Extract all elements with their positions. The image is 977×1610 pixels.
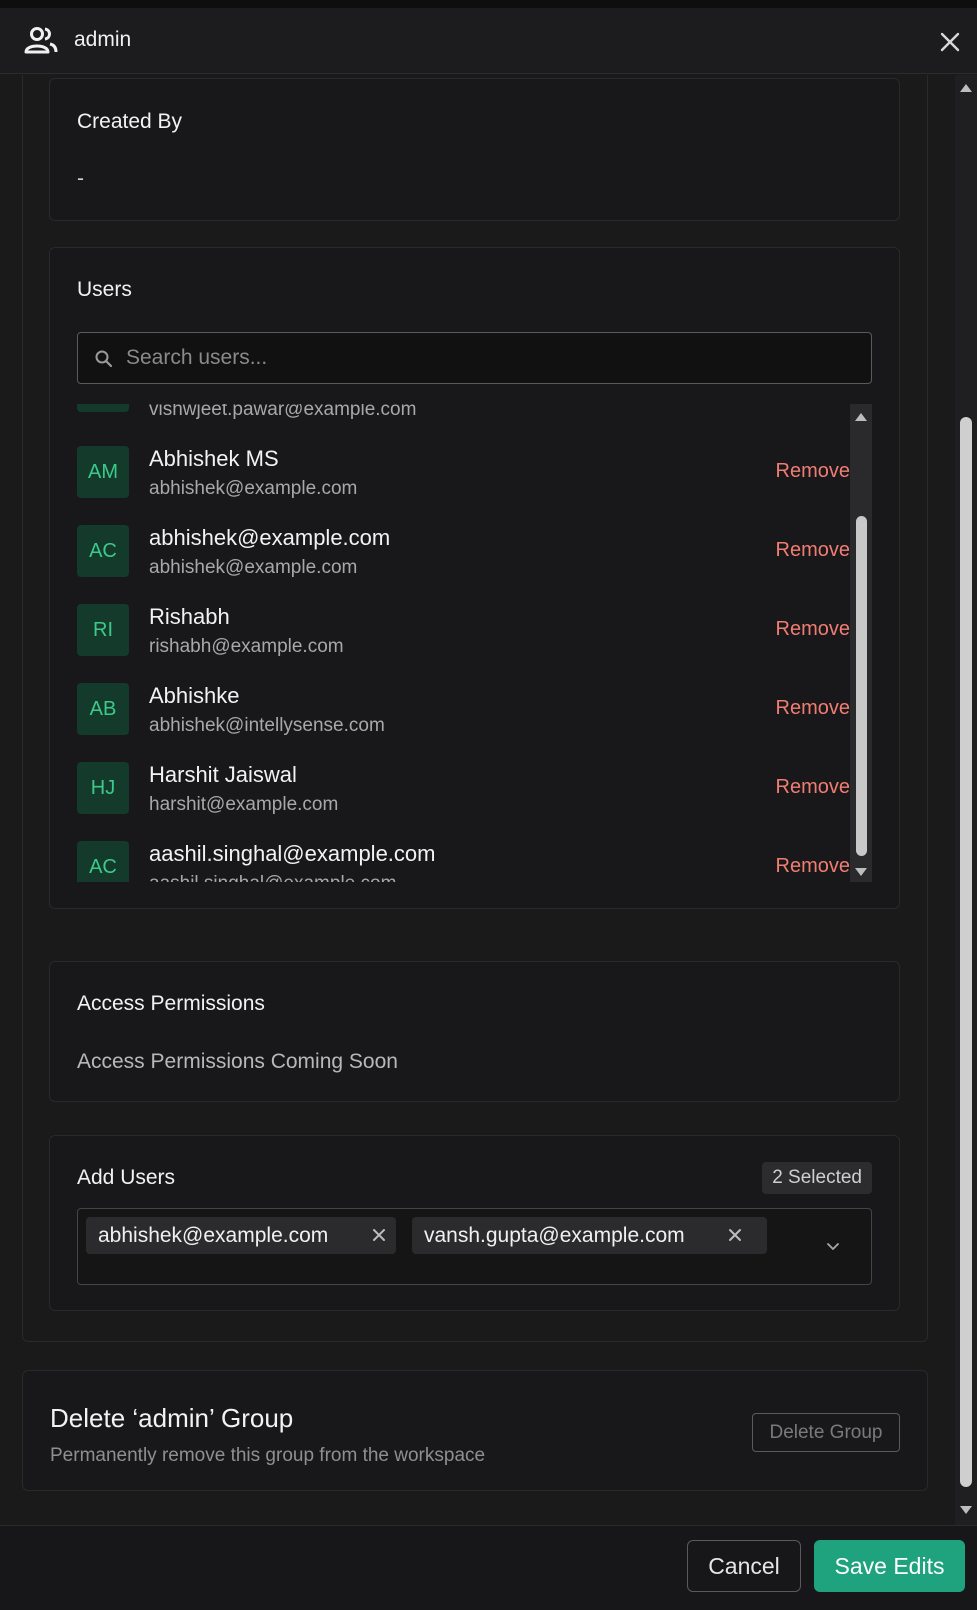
top-strip bbox=[0, 0, 977, 8]
delete-group-description: Permanently remove this group from the w… bbox=[50, 1445, 486, 1466]
scroll-up-arrow[interactable] bbox=[960, 84, 972, 92]
user-name: abhishek@example.com bbox=[149, 525, 391, 550]
delete-group-button[interactable]: Delete Group bbox=[752, 1413, 900, 1452]
list-item: AC abhishek@example.com abhishek@example… bbox=[77, 525, 850, 604]
add-users-title: Add Users bbox=[77, 1166, 176, 1189]
search-icon bbox=[95, 350, 113, 368]
avatar: HJ bbox=[77, 762, 129, 814]
user-name: Abhishek MS bbox=[149, 446, 279, 471]
list-item: RI Rishabh rishabh@example.com Remove bbox=[77, 604, 850, 683]
user-email: harshit@example.com bbox=[149, 794, 339, 815]
selected-count-badge: 2 Selected bbox=[762, 1162, 872, 1194]
list-item-partial: vishwjeet.pawar@example.com bbox=[77, 404, 850, 439]
cancel-button[interactable]: Cancel bbox=[687, 1540, 801, 1592]
list-item: HJ Harshit Jaiswal harshit@example.com R… bbox=[77, 762, 850, 841]
remove-button[interactable]: Remove bbox=[776, 776, 850, 799]
remove-button[interactable]: Remove bbox=[776, 539, 850, 562]
remove-button[interactable]: Remove bbox=[776, 855, 850, 878]
list-item: AB Abhishke abhishek@intellysense.com Re… bbox=[77, 683, 850, 762]
user-name: aashil.singhal@example.com bbox=[149, 841, 436, 866]
user-list[interactable]: vishwjeet.pawar@example.com AM Abhishek … bbox=[77, 404, 850, 882]
chip-label: vansh.gupta@example.com bbox=[424, 1224, 685, 1247]
list-item: AM Abhishek MS abhishek@example.com Remo… bbox=[77, 446, 850, 525]
delete-group-card: Delete ‘admin’ Group Permanently remove … bbox=[22, 1370, 928, 1491]
search-box bbox=[77, 332, 872, 384]
search-input[interactable] bbox=[126, 333, 856, 383]
avatar: RI bbox=[77, 604, 129, 656]
created-by-card: Created By - bbox=[49, 78, 900, 221]
x-icon[interactable] bbox=[371, 1227, 387, 1243]
remove-button[interactable]: Remove bbox=[776, 618, 850, 641]
access-permissions-text: Access Permissions Coming Soon bbox=[77, 1050, 398, 1073]
avatar bbox=[77, 404, 129, 412]
user-email: abhishek@example.com bbox=[149, 478, 358, 499]
modal-header: admin bbox=[0, 8, 977, 74]
user-list-scrollbar[interactable] bbox=[850, 404, 872, 882]
access-permissions-card: Access Permissions Access Permissions Co… bbox=[49, 961, 900, 1102]
users-card: Users vishwjeet.pawar@example.com AM Abh… bbox=[49, 247, 900, 909]
modal-title: admin bbox=[74, 28, 132, 51]
avatar: AM bbox=[77, 446, 129, 498]
remove-button[interactable]: Remove bbox=[776, 460, 850, 483]
delete-group-title: Delete ‘admin’ Group bbox=[50, 1403, 294, 1433]
chevron-down-icon[interactable] bbox=[824, 1237, 842, 1255]
user-name: Abhishke bbox=[149, 683, 240, 708]
user-name: Harshit Jaiswal bbox=[149, 762, 297, 787]
user-email: aashil.singhal@example.com bbox=[149, 873, 396, 882]
created-by-title: Created By bbox=[77, 110, 183, 133]
remove-button[interactable]: Remove bbox=[776, 697, 850, 720]
user-email: abhishek@intellysense.com bbox=[149, 715, 385, 736]
user-email: vishwjeet.pawar@example.com bbox=[149, 404, 417, 420]
users-icon bbox=[24, 27, 58, 54]
scroll-down-arrow[interactable] bbox=[960, 1506, 972, 1514]
access-permissions-title: Access Permissions bbox=[77, 992, 265, 1015]
chip-label: abhishek@example.com bbox=[98, 1224, 329, 1247]
save-edits-button[interactable]: Save Edits bbox=[814, 1540, 965, 1592]
selected-user-chip: abhishek@example.com bbox=[86, 1217, 396, 1254]
add-users-card: Add Users 2 Selected abhishek@example.co… bbox=[49, 1135, 900, 1311]
add-users-select[interactable]: abhishek@example.com vansh.gupta@example… bbox=[77, 1208, 872, 1285]
list-item: AC aashil.singhal@example.com aashil.sin… bbox=[77, 841, 850, 882]
users-title: Users bbox=[77, 278, 132, 301]
scrollbar-thumb[interactable] bbox=[960, 417, 972, 1487]
close-icon[interactable] bbox=[938, 30, 962, 54]
modal-body[interactable]: Created By - Users vishwjeet.pawar@examp… bbox=[0, 75, 977, 1525]
created-by-value: - bbox=[77, 167, 84, 190]
avatar: AC bbox=[77, 525, 129, 577]
scrollbar-thumb[interactable] bbox=[856, 516, 867, 856]
user-email: rishabh@example.com bbox=[149, 636, 344, 657]
modal-footer: Cancel Save Edits bbox=[0, 1525, 977, 1610]
x-icon[interactable] bbox=[727, 1227, 743, 1243]
user-email: abhishek@example.com bbox=[149, 557, 358, 578]
scroll-up-arrow[interactable] bbox=[855, 413, 867, 421]
user-name: Rishabh bbox=[149, 604, 230, 629]
scroll-down-arrow[interactable] bbox=[855, 868, 867, 876]
selected-user-chip: vansh.gupta@example.com bbox=[412, 1217, 767, 1254]
modal-scrollbar[interactable] bbox=[955, 75, 977, 1525]
avatar: AC bbox=[77, 841, 129, 882]
avatar: AB bbox=[77, 683, 129, 735]
